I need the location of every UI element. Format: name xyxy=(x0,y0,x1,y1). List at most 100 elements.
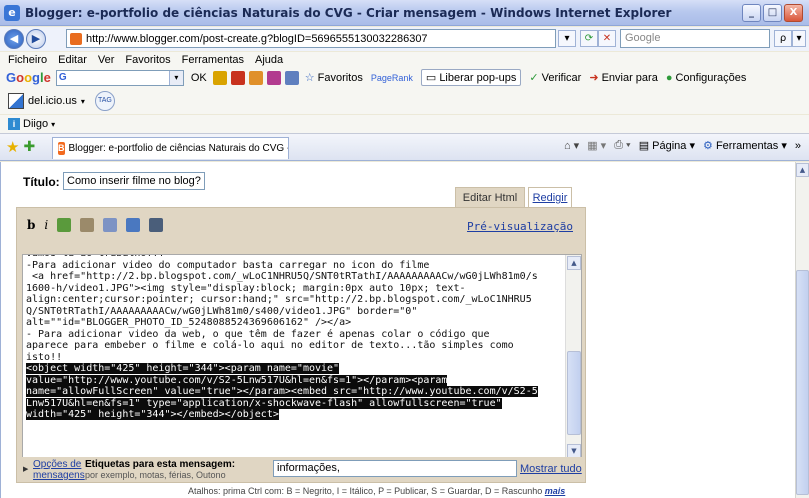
chevron-down-icon[interactable]: ▾ xyxy=(81,97,85,106)
scroll-down-icon[interactable]: ▼ xyxy=(567,444,581,458)
maximize-button[interactable]: □ xyxy=(763,4,782,22)
stop-button[interactable]: ✕ xyxy=(598,30,616,47)
add-favorite-icon[interactable]: ✚ xyxy=(23,139,35,155)
bookmark-icon[interactable] xyxy=(248,70,263,85)
print-icon[interactable]: ⎙ ▾ xyxy=(614,139,630,152)
opcoes-link[interactable]: Opções de xyxy=(33,459,81,470)
news-icon[interactable] xyxy=(212,70,227,85)
tab-blogger[interactable]: B Blogger: e-portfolio de ciências Natur… xyxy=(52,137,289,159)
popup-icon: ▭ xyxy=(425,72,437,84)
tab-row: ★ ✚ B Blogger: e-portfolio de ciências N… xyxy=(0,134,809,161)
link-icon[interactable] xyxy=(57,218,72,232)
scroll-up-icon[interactable]: ▲ xyxy=(796,163,809,177)
address-dropdown-button[interactable]: ▾ xyxy=(558,30,576,47)
page-scroll-thumb[interactable] xyxy=(796,270,809,495)
diigo-label[interactable]: Diigo xyxy=(23,118,48,130)
labels-label: Etiquetas para esta mensagem: xyxy=(85,459,236,470)
google-ok-button[interactable]: OK xyxy=(191,72,207,84)
editor-scroll-thumb[interactable] xyxy=(567,351,581,435)
page-scrollbar[interactable]: ▲ xyxy=(795,162,809,498)
diigo-icon[interactable]: i xyxy=(8,118,20,130)
ferramentas-menu[interactable]: ⚙ Ferramentas ▾ xyxy=(703,139,787,152)
favoritos-button[interactable]: ☆ Favoritos xyxy=(305,71,363,85)
more-tools-icon[interactable]: » xyxy=(795,140,801,152)
diigo-toolbar: i Diigo ▾ xyxy=(0,115,809,134)
google-toolbar: Google G ▾ OK ☆ Favoritos PageRank ▭ Libera… xyxy=(0,67,809,88)
quote-icon[interactable] xyxy=(80,218,95,232)
home-icon[interactable]: ⌂ ▾ xyxy=(564,139,579,152)
send-icon: ➜ xyxy=(589,72,599,84)
code-line: -Para adicionar video do computador bast… xyxy=(26,259,430,271)
page-content: Título: Como inserir filme no blog? Edit… xyxy=(0,162,795,498)
scroll-up-icon[interactable]: ▲ xyxy=(567,256,581,270)
mostrar-tudo-link[interactable]: Mostrar tudo xyxy=(520,463,582,475)
chevron-down-icon[interactable]: ▾ xyxy=(168,70,183,85)
pagerank-button[interactable]: PageRank xyxy=(371,73,413,83)
menu-ajuda[interactable]: Ajuda xyxy=(255,54,283,66)
code-line: alt=""id="BLOGGER_PHOTO_ID_5248088524369… xyxy=(26,317,352,328)
address-bar[interactable]: http://www.blogger.com/post-create.g?blo… xyxy=(66,29,556,48)
back-button[interactable]: ◀ xyxy=(4,29,24,49)
delicious-icon[interactable] xyxy=(8,93,24,109)
mais-link[interactable]: mais xyxy=(545,486,566,496)
window-title: Blogger: e-portfolio de ciências Naturai… xyxy=(25,5,672,20)
favorites-star-icon[interactable]: ★ xyxy=(6,138,19,156)
share-icon[interactable] xyxy=(266,70,281,85)
italic-button[interactable]: i xyxy=(44,218,48,232)
notebook-icon[interactable] xyxy=(284,70,299,85)
google-search-input[interactable]: G ▾ xyxy=(55,69,184,86)
delicious-label[interactable]: del.icio.us xyxy=(28,95,77,107)
pagerank-icon[interactable] xyxy=(230,70,245,85)
refresh-button[interactable]: ⟳ xyxy=(580,30,598,47)
preview-link[interactable]: Pré-visualização xyxy=(467,220,573,233)
image-icon[interactable] xyxy=(126,218,141,232)
code-line: aparece para embeber o filme e colá-lo a… xyxy=(26,340,514,351)
menu-ferramentas[interactable]: Ferramentas xyxy=(182,54,244,66)
verificar-button[interactable]: ✓ Verificar xyxy=(529,71,581,85)
enviar-para-button[interactable]: ➜ Enviar para xyxy=(589,71,657,85)
video-icon[interactable] xyxy=(149,218,164,232)
html-editor-textarea[interactable]: vamos lá ao trabalho!!!-Para adicionar v… xyxy=(22,254,582,460)
selected-code-line: width="425" height="344"></embed></objec… xyxy=(26,409,279,420)
close-button[interactable]: X xyxy=(784,4,803,22)
feeds-icon[interactable]: ▦ ▾ xyxy=(587,139,606,152)
expand-triangle-icon[interactable]: ▶ xyxy=(23,465,28,473)
search-button[interactable]: ρ xyxy=(774,30,792,47)
tab-redigir[interactable]: Redigir xyxy=(528,187,572,208)
delicious-toolbar: del.icio.us ▾ TAG xyxy=(0,88,809,114)
post-title-label: Título: xyxy=(23,175,60,189)
search-options-button[interactable]: ▾ xyxy=(792,30,806,47)
spellcheck-icon: ✓ xyxy=(529,72,539,84)
menu-ver[interactable]: Ver xyxy=(98,54,115,66)
menu-ficheiro[interactable]: Ficheiro xyxy=(8,54,47,66)
code-line: - Para adicionar video da web, o que têm… xyxy=(26,328,490,340)
spellcheck-icon[interactable] xyxy=(103,218,118,232)
selected-code-line: name="allowFullScreen" value="true"></pa… xyxy=(26,386,538,397)
forward-button[interactable]: ▶ xyxy=(26,29,46,49)
labels-hint: por exemplo, motas, férias, Outono xyxy=(85,470,226,480)
post-title-input[interactable]: Como inserir filme no blog? xyxy=(63,172,205,190)
labels-input[interactable]: informações, xyxy=(273,460,517,477)
configuracoes-button[interactable]: ● Configurações xyxy=(666,72,747,84)
window-title-bar: e Blogger: e-portfolio de ciências Natur… xyxy=(0,0,809,26)
menu-favoritos[interactable]: Favoritos xyxy=(125,54,170,66)
editor-code[interactable]: vamos lá ao trabalho!!!-Para adicionar v… xyxy=(26,255,562,421)
pagina-menu[interactable]: ▤ Página ▾ xyxy=(639,139,695,152)
address-url[interactable]: http://www.blogger.com/post-create.g?blo… xyxy=(86,33,428,45)
ie-icon: e xyxy=(4,4,20,21)
search-input[interactable]: Google xyxy=(620,29,770,48)
editor-scrollbar[interactable]: ▲ ▼ xyxy=(565,255,581,459)
menu-editar[interactable]: Editar xyxy=(58,54,87,66)
code-line: isto!! xyxy=(26,351,63,363)
post-options: Opções de mensagens xyxy=(33,459,85,481)
settings-icon: ● xyxy=(665,71,673,84)
mensagens-link[interactable]: mensagens xyxy=(33,470,85,481)
tag-icon[interactable]: TAG xyxy=(94,91,115,111)
blogger-icon: B xyxy=(58,142,65,155)
minimize-button[interactable]: _ xyxy=(742,4,761,22)
page-icon: ▤ xyxy=(638,140,650,152)
chevron-down-icon[interactable]: ▾ xyxy=(51,120,55,129)
tab-editar-html[interactable]: Editar Html xyxy=(455,187,525,208)
liberar-popups-button[interactable]: ▭ Liberar pop-ups xyxy=(420,69,522,86)
bold-button[interactable]: b xyxy=(27,218,35,232)
